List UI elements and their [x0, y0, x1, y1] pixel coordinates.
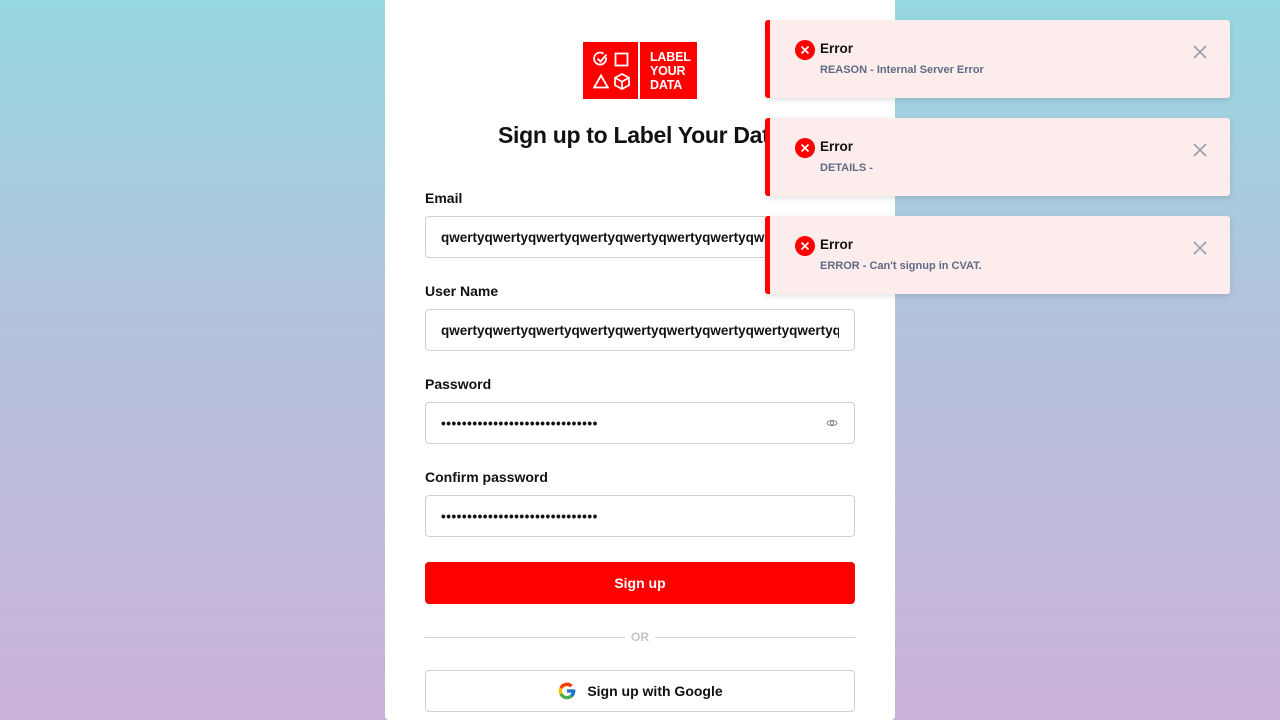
confirm-password-value: ••••••••••••••••••••••••••••••	[441, 508, 598, 524]
password-field[interactable]: ••••••••••••••••••••••••••••••	[425, 402, 855, 444]
confirm-password-label: Confirm password	[425, 469, 548, 485]
password-label: Password	[425, 376, 492, 392]
username-field[interactable]: qwertyqwertyqwertyqwertyqwertyqwertyqwer…	[425, 309, 855, 351]
logo-line-3: DATA	[650, 77, 683, 92]
logo-icons	[583, 42, 638, 99]
logo-line-2: YOUR	[650, 63, 686, 78]
username-label: User Name	[425, 283, 499, 299]
close-icon[interactable]	[1192, 44, 1208, 60]
cube-icon	[613, 73, 630, 91]
close-icon[interactable]	[1192, 142, 1208, 158]
error-notification: Error REASON - Internal Server Error	[765, 20, 1230, 98]
notification-title: Error	[820, 139, 854, 154]
label-your-data-logo: LABEL YOUR DATA	[583, 42, 697, 99]
google-icon	[558, 682, 576, 700]
error-icon	[795, 40, 815, 60]
notification-title: Error	[820, 41, 854, 56]
notification-message: DETAILS -	[820, 162, 873, 174]
google-signup-label: Sign up with Google	[587, 683, 723, 699]
close-icon[interactable]	[1192, 240, 1208, 256]
error-notification: Error ERROR - Can't signup in CVAT.	[765, 216, 1230, 294]
square-icon	[614, 52, 629, 67]
logo-line-1: LABEL	[650, 49, 691, 64]
sign-up-button[interactable]: Sign up	[425, 562, 855, 604]
logo-text: LABEL YOUR DATA	[640, 42, 697, 99]
password-value: ••••••••••••••••••••••••••••••	[441, 415, 598, 431]
or-divider: OR	[425, 628, 855, 646]
username-value: qwertyqwertyqwertyqwertyqwertyqwertyqwer…	[441, 322, 839, 338]
confirm-password-field[interactable]: ••••••••••••••••••••••••••••••	[425, 495, 855, 537]
divider-line-right	[655, 636, 855, 638]
or-text: OR	[631, 630, 649, 644]
signup-card: LABEL YOUR DATA Sign up to Label Your Da…	[385, 0, 895, 720]
notification-message: ERROR - Can't signup in CVAT.	[820, 260, 982, 272]
triangle-icon	[593, 74, 610, 89]
notification-message: REASON - Internal Server Error	[820, 64, 984, 76]
error-icon	[795, 236, 815, 256]
error-notification: Error DETAILS -	[765, 118, 1230, 196]
email-label: Email	[425, 190, 463, 206]
error-icon	[795, 138, 815, 158]
divider-line-left	[425, 636, 625, 638]
notification-title: Error	[820, 237, 854, 252]
google-signup-button[interactable]: Sign up with Google	[425, 670, 855, 712]
check-circle-icon	[593, 51, 608, 66]
eye-icon[interactable]	[825, 416, 839, 430]
